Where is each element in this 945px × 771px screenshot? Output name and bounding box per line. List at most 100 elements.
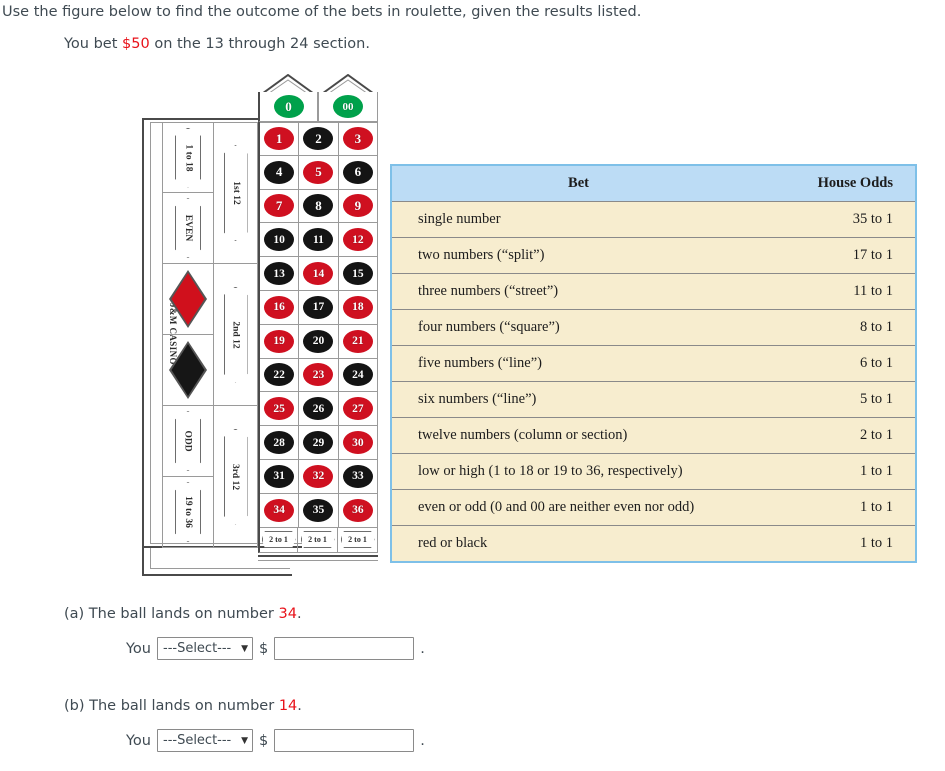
number-cell-18[interactable]: 18 — [338, 290, 378, 325]
number-cell-4[interactable]: 4 — [260, 155, 300, 190]
zero-cell-0[interactable]: 0 — [258, 74, 318, 122]
odds-bet-name: four numbers (“square”) — [392, 309, 765, 346]
diamond-fill-red — [171, 273, 205, 325]
zero-chip-00: 00 — [333, 95, 363, 118]
number-chip-8: 8 — [303, 194, 334, 218]
number-cell-34[interactable]: 34 — [260, 493, 300, 528]
outside-bet-black[interactable] — [162, 335, 214, 406]
dollar-sign-b: $ — [259, 732, 269, 749]
number-cell-10[interactable]: 10 — [260, 223, 300, 258]
odds-value: 5 to 1 — [765, 381, 915, 418]
dollar-sign-a: $ — [259, 640, 269, 657]
question-b-suffix: . — [297, 698, 302, 714]
outside-bet-red[interactable] — [162, 264, 214, 335]
number-cell-33[interactable]: 33 — [338, 459, 378, 494]
question-b-prefix: (b) The ball lands on number — [64, 698, 279, 714]
number-chip-15: 15 — [342, 262, 373, 286]
odds-bet-name: three numbers (“street”) — [392, 273, 765, 310]
number-cell-32[interactable]: 32 — [299, 459, 339, 494]
dozen-bet-1st-12[interactable]: 1st 12 — [214, 122, 258, 264]
number-cell-19[interactable]: 19 — [260, 324, 300, 359]
dozen-bet-label: 2nd 12 — [230, 320, 241, 349]
number-chip-16: 16 — [264, 295, 295, 319]
column-bet-2[interactable]: 2 to 1 — [298, 527, 338, 553]
number-cell-1[interactable]: 1 — [260, 122, 300, 156]
you-label-b: You — [126, 732, 151, 749]
odds-table-row: even or odd (0 and 00 are neither even n… — [392, 489, 915, 526]
odds-value: 2 to 1 — [765, 417, 915, 454]
number-cell-24[interactable]: 24 — [338, 358, 378, 393]
number-cell-2[interactable]: 2 — [299, 122, 339, 156]
question-a-prefix: (a) The ball lands on number — [64, 606, 279, 622]
number-cell-8[interactable]: 8 — [299, 189, 339, 224]
number-chip-26: 26 — [303, 397, 334, 421]
number-cell-11[interactable]: 11 — [299, 223, 339, 258]
you-label-a: You — [126, 640, 151, 657]
amount-input-a[interactable] — [274, 637, 415, 660]
outside-bet-1-to-18[interactable]: 1 to 18 — [162, 122, 214, 193]
number-cell-27[interactable]: 27 — [338, 392, 378, 427]
dozen-bet-2nd-12[interactable]: 2nd 12 — [214, 264, 258, 406]
number-chip-10: 10 — [264, 228, 295, 252]
odds-table-row: two numbers (“split”) 17 to 1 — [392, 237, 915, 274]
number-cell-5[interactable]: 5 — [299, 155, 339, 190]
number-chip-7: 7 — [264, 194, 295, 218]
number-cell-26[interactable]: 26 — [299, 392, 339, 427]
amount-input-b[interactable] — [274, 729, 415, 752]
odds-value: 1 to 1 — [765, 525, 915, 561]
number-cell-6[interactable]: 6 — [338, 155, 378, 190]
odds-bet-name: five numbers (“line”) — [392, 345, 765, 382]
column-bet-1[interactable]: 2 to 1 — [258, 527, 298, 553]
number-cell-15[interactable]: 15 — [338, 257, 378, 291]
number-cell-29[interactable]: 29 — [299, 426, 339, 460]
number-cell-3[interactable]: 3 — [338, 122, 378, 156]
number-cell-9[interactable]: 9 — [338, 189, 378, 224]
outside-bet-hex: 1 to 18 — [175, 127, 201, 188]
number-cell-31[interactable]: 31 — [260, 459, 300, 494]
odds-table-row: twelve numbers (column or section) 2 to 1 — [392, 417, 915, 454]
number-chip-27: 27 — [342, 397, 373, 421]
number-chip-11: 11 — [303, 228, 334, 252]
odds-bet-name: low or high (1 to 18 or 19 to 36, respec… — [392, 453, 765, 490]
outside-bet-label: 1 to 18 — [183, 144, 194, 171]
dozen-bet-3rd-12[interactable]: 3rd 12 — [214, 406, 258, 548]
diamond-icon — [165, 337, 211, 403]
number-cell-35[interactable]: 35 — [299, 493, 339, 528]
outside-bet-19-to-36[interactable]: 19 to 36 — [162, 477, 214, 548]
number-cell-13[interactable]: 13 — [260, 257, 300, 291]
question-a-suffix: . — [296, 606, 302, 622]
number-cell-30[interactable]: 30 — [338, 426, 378, 460]
outside-bet-label: 19 to 36 — [183, 496, 194, 528]
number-cell-12[interactable]: 12 — [338, 223, 378, 258]
number-row: 10 11 12 — [260, 223, 378, 258]
number-cell-21[interactable]: 21 — [338, 324, 378, 359]
number-cell-36[interactable]: 36 — [338, 493, 378, 528]
zero-cell-body: 0 — [258, 92, 318, 122]
outside-bet-even[interactable]: EVEN — [162, 193, 214, 264]
outcome-select-a[interactable]: ---Select--- — [157, 637, 253, 660]
number-cell-14[interactable]: 14 — [299, 257, 339, 291]
number-cell-20[interactable]: 20 — [299, 324, 339, 359]
diamond-icon — [165, 266, 211, 332]
number-row: 13 14 15 — [260, 257, 378, 291]
column-bet-3[interactable]: 2 to 1 — [338, 527, 378, 553]
odds-table-row: five numbers (“line”) 6 to 1 — [392, 345, 915, 382]
number-cell-23[interactable]: 23 — [299, 358, 339, 393]
odds-table-row: six numbers (“line”) 5 to 1 — [392, 381, 915, 418]
column-bet-label: 2 to 1 — [308, 535, 327, 544]
number-cell-17[interactable]: 17 — [299, 290, 339, 325]
header-house-odds: House Odds — [765, 166, 915, 202]
number-cell-25[interactable]: 25 — [260, 392, 300, 427]
number-cell-28[interactable]: 28 — [260, 426, 300, 460]
number-chip-6: 6 — [342, 160, 373, 184]
number-cell-22[interactable]: 22 — [260, 358, 300, 393]
number-cell-16[interactable]: 16 — [260, 290, 300, 325]
number-chip-33: 33 — [342, 464, 373, 488]
number-chip-24: 24 — [342, 363, 373, 387]
zero-cell-body: 00 — [318, 92, 378, 122]
number-row: 123 — [260, 122, 378, 156]
outside-bet-odd[interactable]: ODD — [162, 406, 214, 477]
number-cell-7[interactable]: 7 — [260, 189, 300, 224]
outcome-select-b[interactable]: ---Select--- — [157, 729, 253, 752]
zero-cell-00[interactable]: 00 — [318, 74, 378, 122]
